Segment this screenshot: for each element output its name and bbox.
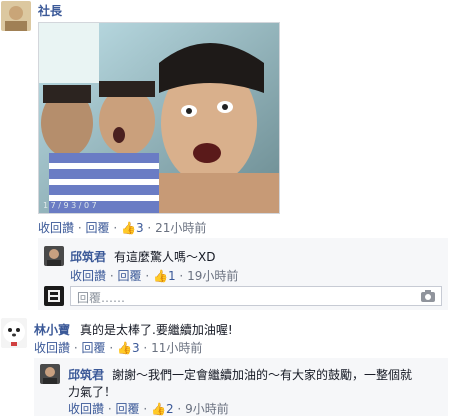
unlike-link[interactable]: 收回讚 bbox=[34, 341, 70, 355]
like-count[interactable]: 2 bbox=[166, 402, 174, 416]
reply-author[interactable]: 邱筑君 bbox=[70, 248, 106, 265]
separator: · bbox=[177, 402, 182, 416]
separator: · bbox=[145, 269, 150, 283]
timestamp[interactable]: 9小時前 bbox=[185, 402, 229, 416]
reply-author[interactable]: 邱筑君 bbox=[68, 366, 104, 383]
avatar[interactable] bbox=[44, 246, 64, 266]
timestamp[interactable]: 21小時前 bbox=[155, 221, 206, 235]
comment-photo[interactable]: 1 7 / 9 3 / 0 7 bbox=[38, 22, 280, 214]
separator: · bbox=[113, 221, 118, 235]
comment-author[interactable]: 林小寶 bbox=[34, 321, 70, 338]
separator: · bbox=[77, 221, 82, 235]
separator: · bbox=[109, 341, 114, 355]
reply-input-placeholder: 回覆…… bbox=[77, 291, 126, 305]
reply-link[interactable]: 回覆 bbox=[118, 269, 142, 283]
comment-author[interactable]: 社長 bbox=[38, 2, 62, 19]
avatar[interactable] bbox=[1, 318, 27, 348]
unlike-link[interactable]: 收回讚 bbox=[70, 269, 106, 283]
reply-text: 有這麼驚人嗎～XD bbox=[114, 250, 216, 264]
reply-link[interactable]: 回覆 bbox=[86, 221, 110, 235]
unlike-link[interactable]: 收回讚 bbox=[38, 221, 74, 235]
like-count[interactable]: 3 bbox=[136, 221, 144, 235]
separator: · bbox=[147, 221, 152, 235]
photo-watermark: 1 7 / 9 3 / 0 7 bbox=[43, 201, 97, 210]
camera-icon[interactable] bbox=[421, 290, 435, 302]
thumbs-up-icon: 👍 bbox=[153, 269, 168, 283]
avatar[interactable] bbox=[40, 364, 60, 384]
reply-link[interactable]: 回覆 bbox=[82, 341, 106, 355]
separator: · bbox=[73, 341, 78, 355]
timestamp[interactable]: 19小時前 bbox=[187, 269, 238, 283]
timestamp[interactable]: 11小時前 bbox=[151, 341, 202, 355]
like-count[interactable]: 1 bbox=[168, 269, 176, 283]
comment-text: 真的是太棒了.要繼續加油喔! bbox=[80, 323, 233, 337]
reply-text-line2: 力氣了！ bbox=[68, 385, 117, 399]
separator: · bbox=[107, 402, 112, 416]
thumbs-up-icon: 👍 bbox=[121, 221, 136, 235]
separator: · bbox=[143, 341, 148, 355]
thumbs-up-icon: 👍 bbox=[151, 402, 166, 416]
unlike-link[interactable]: 收回讚 bbox=[68, 402, 104, 416]
reply-input[interactable]: 回覆…… bbox=[70, 286, 442, 306]
separator: · bbox=[143, 402, 148, 416]
separator: · bbox=[179, 269, 184, 283]
thumbs-up-icon: 👍 bbox=[117, 341, 132, 355]
avatar[interactable] bbox=[1, 1, 31, 31]
separator: · bbox=[109, 269, 114, 283]
like-count[interactable]: 3 bbox=[132, 341, 140, 355]
avatar bbox=[44, 286, 64, 306]
reply-link[interactable]: 回覆 bbox=[116, 402, 140, 416]
comment-actions: 收回讚 · 回覆 · 👍3 · 11小時前 bbox=[34, 339, 202, 356]
reply-actions: 收回讚 · 回覆 · 👍2 · 9小時前 bbox=[68, 400, 229, 417]
reply-actions: 收回讚 · 回覆 · 👍1 · 19小時前 bbox=[70, 267, 238, 284]
comment-actions: 收回讚 · 回覆 · 👍3 · 21小時前 bbox=[38, 219, 206, 236]
reply-text-line1: 謝謝～我們一定會繼續加油的～有大家的鼓勵，一整個就 bbox=[112, 368, 413, 382]
